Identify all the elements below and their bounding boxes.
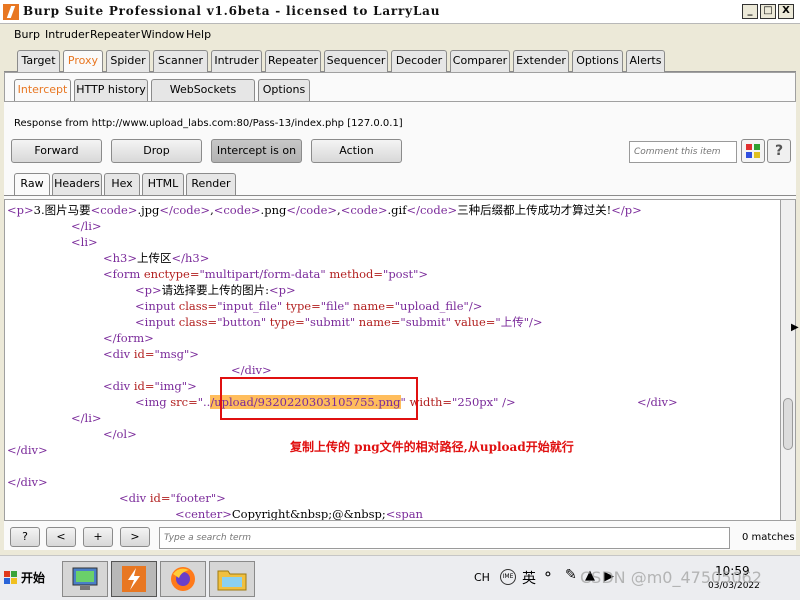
tab-spider[interactable]: Spider xyxy=(106,50,150,72)
tab-websockets-history[interactable]: WebSockets history xyxy=(151,79,255,116)
code-line: <h3>上传区</h3> xyxy=(103,251,210,265)
minimize-button[interactable]: _ xyxy=(742,4,758,19)
menu-intruder[interactable]: Intruder xyxy=(45,28,89,41)
code-line: </li> xyxy=(71,219,102,233)
code-line: <div id="msg"> xyxy=(103,347,199,361)
code-line: <div id="footer"> xyxy=(119,491,226,505)
tab-headers[interactable]: Headers xyxy=(52,173,102,195)
next-match-button[interactable]: > xyxy=(120,527,150,547)
menu-burp[interactable]: Burp xyxy=(14,28,40,41)
tab-render[interactable]: Render xyxy=(186,173,236,195)
tab-proxy-options[interactable]: Options xyxy=(258,79,310,101)
code-line: <form enctype="multipart/form-data" meth… xyxy=(103,267,429,281)
burp-suite-taskbar-icon[interactable] xyxy=(111,561,157,597)
code-line: </div> xyxy=(231,363,272,377)
start-button[interactable]: 开始 xyxy=(2,566,52,590)
response-source-label: Response from http://www.upload_labs.com… xyxy=(14,118,403,129)
intercept-toggle-button[interactable]: Intercept is on xyxy=(211,139,302,163)
tab-intercept[interactable]: Intercept xyxy=(14,79,71,101)
code-line: </form> xyxy=(103,331,154,345)
code-line: <p>3.图片马要<code>.jpg</code>,<code>.png</c… xyxy=(7,203,642,217)
firefox-icon[interactable] xyxy=(160,561,206,597)
code-line: <li> xyxy=(71,235,98,249)
tab-target[interactable]: Target xyxy=(17,50,60,72)
tab-extender[interactable]: Extender xyxy=(513,50,569,72)
menu-bar: Burp Intruder Repeater Window Help xyxy=(0,25,800,45)
code-line: </ol> xyxy=(103,427,137,441)
microphone-icon[interactable]: ⚬ xyxy=(542,567,554,583)
action-button[interactable]: Action xyxy=(311,139,402,163)
watermark-text: CSDN @m0_47505062 xyxy=(580,568,762,587)
code-line: <input class="input_file" type="file" na… xyxy=(135,299,483,313)
menu-window[interactable]: Window xyxy=(141,28,184,41)
tab-sequencer[interactable]: Sequencer xyxy=(324,50,388,72)
editor-scrollbar[interactable] xyxy=(781,199,796,521)
tab-intruder[interactable]: Intruder xyxy=(211,50,262,72)
tab-repeater[interactable]: Repeater xyxy=(265,50,321,72)
search-input[interactable] xyxy=(159,527,730,549)
input-mode-icon[interactable]: 英 xyxy=(522,568,536,588)
previous-match-button[interactable]: < xyxy=(46,527,76,547)
file-explorer-icon[interactable] xyxy=(209,561,255,597)
tab-alerts[interactable]: Alerts xyxy=(626,50,665,72)
match-count: 0 matches xyxy=(742,532,795,543)
tab-http-history[interactable]: HTTP history xyxy=(74,79,148,101)
drop-button[interactable]: Drop xyxy=(111,139,202,163)
code-line: </li> xyxy=(71,411,102,425)
language-indicator[interactable]: CH xyxy=(474,571,490,584)
close-button[interactable]: X xyxy=(778,4,794,19)
tab-scanner[interactable]: Scanner xyxy=(153,50,208,72)
view-tabs-divider xyxy=(4,195,796,196)
tab-proxy[interactable]: Proxy xyxy=(63,50,103,72)
code-line: <input class="button" type="submit" name… xyxy=(135,315,543,329)
tab-html[interactable]: HTML xyxy=(142,173,184,195)
windows-logo-icon xyxy=(4,571,18,585)
forward-button[interactable]: Forward xyxy=(11,139,102,163)
scrollbar-thumb[interactable] xyxy=(783,398,793,450)
code-line: </div> xyxy=(637,395,678,409)
settings-icon[interactable]: ✎ xyxy=(565,567,577,583)
help-button[interactable]: ? xyxy=(767,139,791,163)
code-line: <div id="img"> xyxy=(103,379,197,393)
tab-comparer[interactable]: Comparer xyxy=(450,50,510,72)
search-help-button[interactable]: ? xyxy=(10,527,40,547)
title-bar: Burp Suite Professional v1.6beta - licen… xyxy=(0,0,800,24)
add-search-button[interactable]: + xyxy=(83,527,113,547)
tab-raw[interactable]: Raw xyxy=(14,173,50,195)
tab-options[interactable]: Options xyxy=(572,50,623,72)
resize-handle-icon[interactable]: ▶ xyxy=(791,322,799,333)
burp-logo-icon xyxy=(3,4,19,20)
window-title: Burp Suite Professional v1.6beta - licen… xyxy=(23,4,441,18)
menu-repeater[interactable]: Repeater xyxy=(90,28,140,41)
highlight-color-icon[interactable] xyxy=(741,139,765,163)
code-line: </div> xyxy=(7,475,48,489)
response-editor[interactable]: <p>3.图片马要<code>.jpg</code>,<code>.png</c… xyxy=(4,199,781,521)
network-app-icon[interactable] xyxy=(62,561,108,597)
tab-decoder[interactable]: Decoder xyxy=(391,50,447,72)
comment-input[interactable] xyxy=(629,141,737,163)
tab-hex[interactable]: Hex xyxy=(104,173,140,195)
menu-help[interactable]: Help xyxy=(186,28,211,41)
annotation-highlight-box xyxy=(220,377,418,420)
code-line: <p>请选择要上传的图片:<p> xyxy=(135,283,296,297)
code-line: <center>Copyright&nbsp;@&nbsp;<span xyxy=(175,507,423,521)
code-line: </div> xyxy=(7,443,48,457)
annotation-text: 复制上传的 png文件的相对路径,从upload开始就行 xyxy=(290,440,574,454)
ime-icon[interactable]: IME xyxy=(500,569,516,585)
maximize-button[interactable]: □ xyxy=(760,4,776,19)
